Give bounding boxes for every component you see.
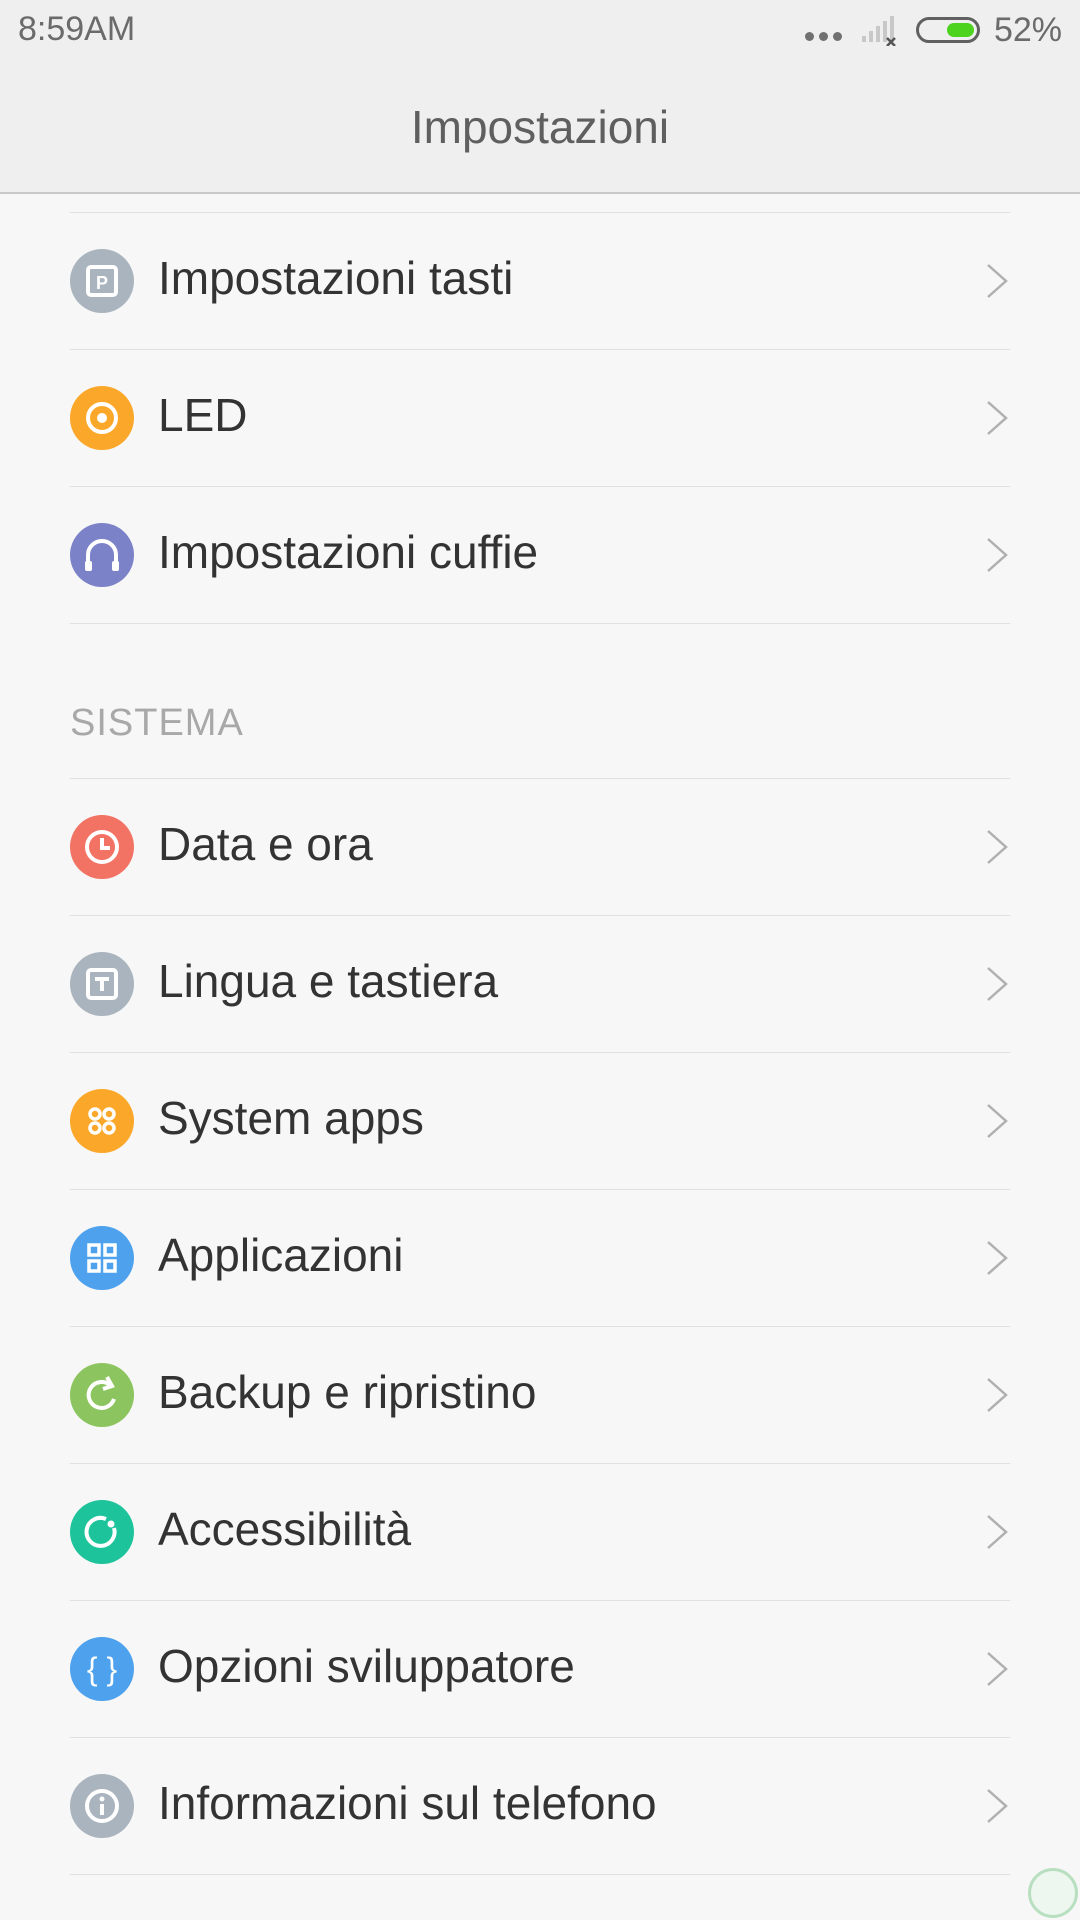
settings-item-label: Data e ora: [158, 818, 373, 870]
headphones-icon: [70, 523, 134, 587]
page-title: Impostazioni: [410, 101, 670, 153]
chevron-right-icon: [987, 264, 1008, 298]
backup-icon: [70, 1363, 134, 1427]
settings-item-applicazioni[interactable]: Applicazioni: [70, 1190, 1010, 1327]
apps-grid-icon: [70, 1226, 134, 1290]
chevron-right-icon: [987, 1378, 1008, 1412]
settings-item-label: Accessibilità: [158, 1503, 412, 1555]
chevron-right-icon: [987, 967, 1008, 1001]
settings-item-lingua-e-tastiera[interactable]: Lingua e tastiera: [70, 916, 1010, 1053]
settings-item-label: LED: [158, 389, 248, 441]
status-time: 8:59AM: [18, 10, 136, 48]
keyboard-icon: [70, 952, 134, 1016]
android-badge-icon: [1028, 1868, 1078, 1918]
chevron-right-icon: [987, 830, 1008, 864]
settings-item-led[interactable]: LED: [70, 350, 1010, 487]
system-apps-icon: [70, 1089, 134, 1153]
settings-item-system-apps[interactable]: System apps: [70, 1053, 1010, 1190]
more-notifications-icon: [804, 31, 842, 41]
settings-item-impostazioni-tasti[interactable]: P Impostazioni tasti: [70, 213, 1010, 350]
braces-icon: { }: [70, 1637, 134, 1701]
chevron-right-icon: [987, 1241, 1008, 1275]
battery-percent: 52%: [993, 10, 1062, 49]
led-icon: [70, 386, 134, 450]
chevron-right-icon: [987, 1652, 1008, 1686]
chevron-right-icon: [987, 401, 1008, 435]
settings-item-label: Informazioni sul telefono: [158, 1777, 657, 1829]
settings-item-label: Applicazioni: [158, 1229, 404, 1281]
settings-item-opzioni-sviluppatore[interactable]: { } Opzioni sviluppatore: [70, 1601, 1010, 1738]
no-signal-icon: [860, 14, 902, 47]
battery-icon: [915, 17, 980, 43]
settings-item-label: Backup e ripristino: [158, 1366, 537, 1418]
clock-icon: [70, 815, 134, 879]
settings-item-accessibilita[interactable]: Accessibilità: [70, 1464, 1010, 1601]
battery-fill: [946, 23, 974, 37]
settings-item-informazioni-sul-telefono[interactable]: Informazioni sul telefono: [70, 1738, 1010, 1875]
settings-item-impostazioni-cuffie[interactable]: Impostazioni cuffie: [70, 487, 1010, 624]
button-settings-icon: P: [70, 249, 134, 313]
settings-item-data-e-ora[interactable]: Data e ora: [70, 779, 1010, 916]
settings-item-label: Impostazioni tasti: [158, 252, 514, 304]
chevron-right-icon: [987, 1515, 1008, 1549]
chevron-right-icon: [987, 538, 1008, 572]
status-icons: 52%: [804, 8, 1062, 52]
chevron-right-icon: [987, 1789, 1008, 1823]
status-bar: 8:59AM 52%: [0, 0, 1080, 62]
accessibility-icon: [70, 1500, 134, 1564]
settings-item-label: Opzioni sviluppatore: [158, 1640, 575, 1692]
settings-item-label: System apps: [158, 1092, 424, 1144]
settings-item-backup-e-ripristino[interactable]: Backup e ripristino: [70, 1327, 1010, 1464]
svg-text:P: P: [96, 273, 108, 293]
title-bar: Impostazioni: [0, 62, 1080, 194]
chevron-right-icon: [987, 1104, 1008, 1138]
settings-item-label: Impostazioni cuffie: [158, 526, 539, 578]
info-icon: [70, 1774, 134, 1838]
settings-list[interactable]: P Impostazioni tasti LED Impostazioni cu…: [0, 194, 1080, 1920]
section-header-sistema: SISTEMA: [70, 702, 244, 744]
svg-text:{ }: { }: [87, 1651, 118, 1687]
settings-item-label: Lingua e tastiera: [158, 955, 499, 1007]
